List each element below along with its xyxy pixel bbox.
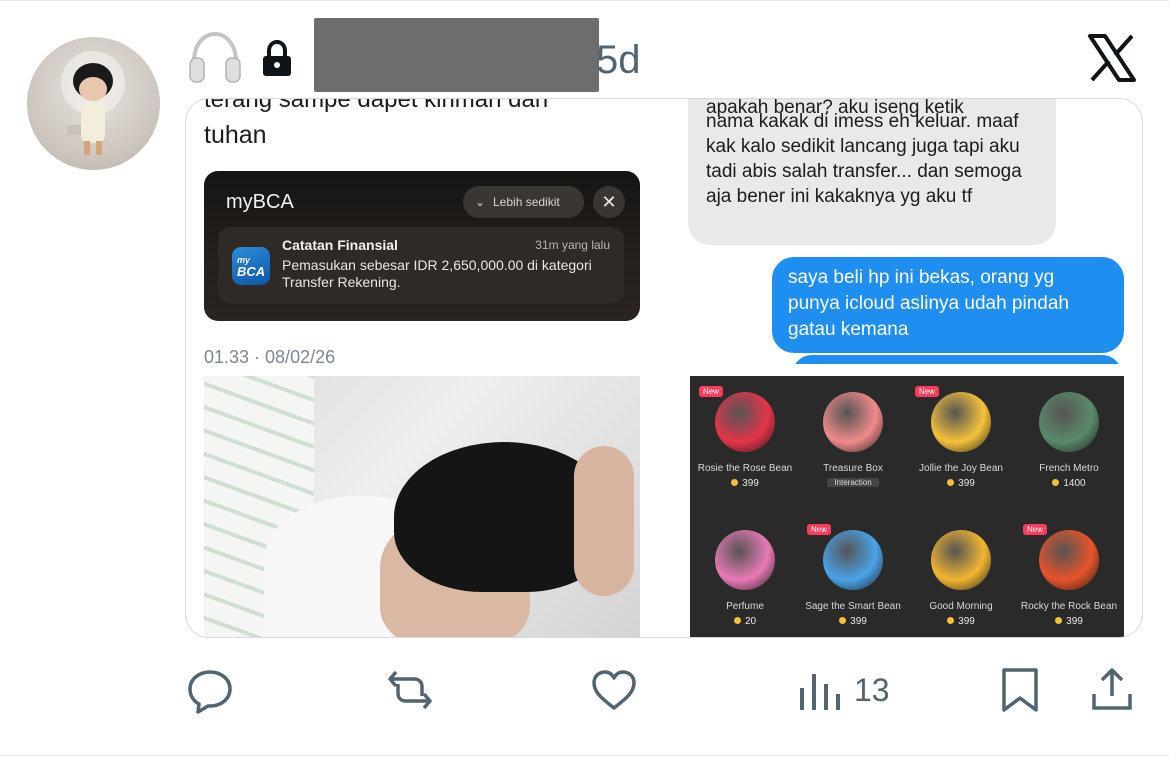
gift-name: Perfume (726, 601, 764, 612)
tweet-timestamp[interactable]: 5d (596, 38, 641, 82)
gift-price: 1400 (1015, 478, 1123, 489)
close-icon: ✕ (593, 186, 625, 218)
redacted-username (314, 18, 599, 92)
chevron-down-icon: ⌄ (475, 195, 486, 209)
new-badge: New (915, 386, 940, 397)
gift-image (1039, 392, 1099, 452)
gift-item: Treasure Box Interaction (799, 382, 907, 512)
gift-image (715, 530, 775, 590)
tweet-cut-text: terang sampe dapet kiriman dari (204, 99, 549, 113)
gift-name: Jollie the Joy Bean (919, 463, 1003, 474)
new-badge: New (1023, 524, 1048, 535)
gift-image (931, 530, 991, 590)
repost-icon (388, 670, 432, 710)
gift-image (823, 530, 883, 590)
views-button[interactable]: 13 (796, 660, 890, 720)
bca-notification: myBCA ⌄ Lebih sedikit ✕ my BCA Catatan F… (204, 171, 640, 321)
top-divider (0, 0, 1169, 1)
reply-icon (188, 670, 232, 714)
bca-logo-text-bottom: BCA (237, 264, 266, 279)
new-badge: New (699, 386, 724, 397)
repost-button[interactable] (386, 660, 434, 720)
gift-image (823, 392, 883, 452)
media-image-gift-grid[interactable]: New Rosie the Rose Bean 399 Treasure Box Int… (690, 376, 1124, 637)
x-logo-icon[interactable] (1086, 32, 1138, 84)
bottom-divider (0, 755, 1169, 756)
tweet-text-line: tuhan (204, 121, 267, 149)
avatar-figure (61, 51, 125, 155)
gift-price: 399 (907, 478, 1015, 489)
media-image-chat[interactable]: apakah benar? aku iseng ketik nama kakak… (688, 99, 1124, 364)
media-image-photo[interactable] (204, 376, 640, 637)
gift-item: French Metro 1400 (1015, 382, 1123, 512)
views-icon (800, 674, 840, 710)
gift-item: New Jollie the Joy Bean 399 (907, 382, 1015, 512)
gift-name: Rocky the Rock Bean (1020, 601, 1118, 612)
gift-image (1039, 530, 1099, 590)
media-image-notification[interactable]: terang sampe dapet kiriman dari tuhan my… (186, 99, 656, 364)
received-message-cut: apakah benar? aku iseng ketik (706, 99, 964, 118)
gift-name: Treasure Box (823, 463, 883, 474)
views-count: 13 (854, 671, 890, 708)
headphones-icon (189, 31, 241, 83)
bca-logo-icon: my BCA (232, 247, 270, 285)
new-badge: New (807, 524, 832, 535)
gift-name: Rosie the Rose Bean (697, 463, 793, 474)
avatar[interactable] (27, 37, 160, 170)
notification-less-pill: ⌄ Lebih sedikit (463, 186, 584, 218)
gift-tag: Interaction (827, 478, 879, 487)
share-icon (1092, 668, 1132, 710)
media-grid[interactable]: terang sampe dapet kiriman dari tuhan my… (185, 98, 1143, 638)
gift-price: 20 (691, 616, 799, 627)
gift-image (931, 392, 991, 452)
gift-price: 399 (799, 616, 907, 627)
action-bar: 13 (0, 660, 1169, 720)
screenshot-timestamp: 01.33 · 08/02/26 (204, 347, 336, 364)
gift-item: New Rosie the Rose Bean 399 (691, 382, 799, 512)
notification-time: 31m yang lalu (535, 238, 610, 252)
tweet-header: 5d (188, 18, 1143, 92)
bookmark-icon (1002, 668, 1038, 712)
gift-item: Good Morning 399 (907, 520, 1015, 637)
gift-name: Good Morning (929, 601, 993, 612)
gift-price: 399 (907, 616, 1015, 627)
lock-icon (263, 40, 291, 76)
gift-image (715, 392, 775, 452)
received-message-text: nama kakak di imess eh keluar. maaf kak … (706, 111, 1022, 207)
notification-card: my BCA Catatan Finansial 31m yang lalu P… (218, 227, 624, 303)
gift-price: 399 (1015, 616, 1123, 627)
notification-body: Pemasukan sebesar IDR 2,650,000.00 di ka… (282, 257, 592, 290)
gift-name: French Metro (1039, 463, 1099, 474)
gift-price: 399 (691, 478, 799, 489)
sent-message-bubble: saya beli hp ini bekas, orang yg punya i… (772, 257, 1124, 353)
share-button[interactable] (1088, 660, 1136, 720)
notification-app-name: myBCA (226, 191, 294, 213)
photo-hand (574, 446, 634, 596)
gift-item: Perfume 20 (691, 520, 799, 637)
notification-title: Catatan Finansial (282, 237, 398, 253)
pill-label: Lebih sedikit (493, 195, 560, 209)
received-message-bubble: apakah benar? aku iseng ketik nama kakak… (688, 99, 1056, 245)
bookmark-button[interactable] (996, 660, 1044, 720)
sent-message-text: saya beli hp ini bekas, orang yg punya i… (788, 267, 1069, 340)
gift-item: New Rocky the Rock Bean 399 (1015, 520, 1123, 637)
like-icon (592, 670, 636, 710)
gift-item: New Sage the Smart Bean 399 (799, 520, 907, 637)
reply-button[interactable] (186, 660, 234, 720)
like-button[interactable] (590, 660, 638, 720)
sent-message-bubble-partial (792, 355, 1122, 364)
gift-name: Sage the Smart Bean (805, 601, 901, 612)
